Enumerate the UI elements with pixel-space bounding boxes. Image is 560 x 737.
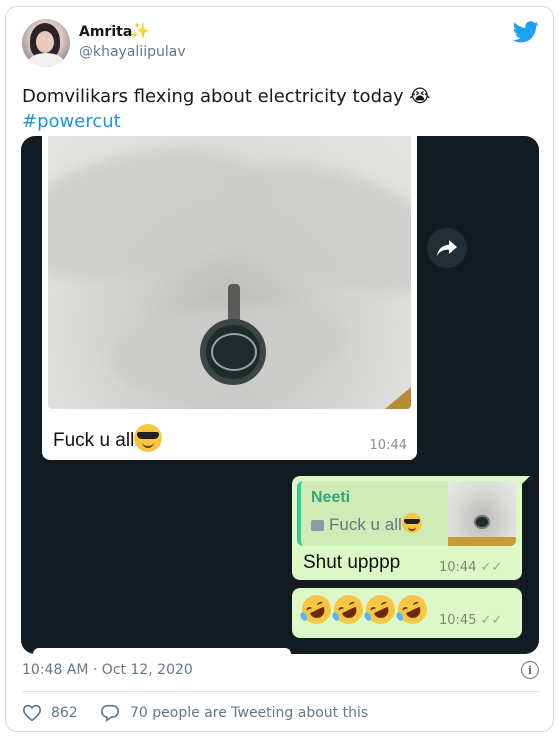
emoji-message-time: 10:45 ✓✓ — [439, 613, 503, 628]
sunglasses-emoji — [134, 424, 163, 452]
tweet-media-image[interactable]: Fuck u all 10:44 Neeti Fuck u all Shut u… — [21, 136, 539, 654]
rofl-emoji — [297, 590, 336, 629]
divider — [22, 691, 539, 692]
sunglasses-emoji — [401, 513, 422, 533]
loudly-crying-emoji: 😭 — [409, 86, 431, 107]
quoted-photo-thumbnail — [448, 481, 516, 546]
ceiling-fan-photo — [48, 136, 411, 409]
comment-icon[interactable] — [100, 704, 120, 722]
info-icon[interactable]: i — [521, 661, 539, 679]
hashtag-link[interactable]: #powercut — [22, 111, 121, 132]
quoted-text: Fuck u all — [311, 513, 422, 535]
outgoing-reply-bubble: Neeti Fuck u all Shut upppp 10:44 ✓✓ — [292, 476, 522, 580]
incoming-message-bubble: Fuck u all 10:44 — [42, 136, 417, 460]
next-message-bubble-edge — [33, 648, 291, 654]
rofl-emoji — [329, 590, 368, 629]
rofl-emoji-row — [297, 590, 432, 629]
read-ticks: ✓✓ — [480, 613, 503, 628]
tweeting-about-link[interactable]: 70 people are Tweeting about this — [130, 705, 368, 721]
heart-icon[interactable] — [22, 704, 42, 722]
reply-message-time: 10:44 ✓✓ — [439, 560, 503, 575]
rofl-emoji — [393, 590, 432, 629]
author-handle[interactable]: @khayaliipulav — [79, 44, 186, 60]
tweet-text: Domvilikars flexing about electricity to… — [22, 84, 542, 134]
avatar[interactable] — [22, 19, 70, 67]
author-display-name[interactable]: Amrita — [79, 24, 132, 40]
reply-message-text: Shut upppp — [303, 552, 401, 573]
image-icon — [311, 520, 324, 531]
quoted-sender-name: Neeti — [311, 489, 351, 506]
quoted-message: Neeti Fuck u all — [297, 481, 516, 546]
tweet-timestamp[interactable]: 10:48 AM · Oct 12, 2020 — [22, 662, 193, 678]
rofl-emoji — [361, 590, 400, 629]
incoming-message-text: Fuck u all — [53, 424, 163, 452]
incoming-message-time: 10:44 — [369, 438, 407, 453]
twitter-bird-icon[interactable] — [513, 21, 539, 43]
like-count[interactable]: 862 — [51, 705, 78, 721]
tweet-body: Domvilikars flexing about electricity to… — [22, 86, 404, 107]
read-ticks: ✓✓ — [480, 560, 503, 575]
outgoing-emoji-bubble: 10:45 ✓✓ — [292, 588, 522, 638]
forward-button[interactable] — [427, 228, 467, 268]
sparkles-icon: ✨ — [130, 21, 150, 40]
tweet-card: Amrita ✨ @khayaliipulav Domvilikars flex… — [5, 6, 554, 732]
forward-arrow-icon — [437, 240, 457, 256]
